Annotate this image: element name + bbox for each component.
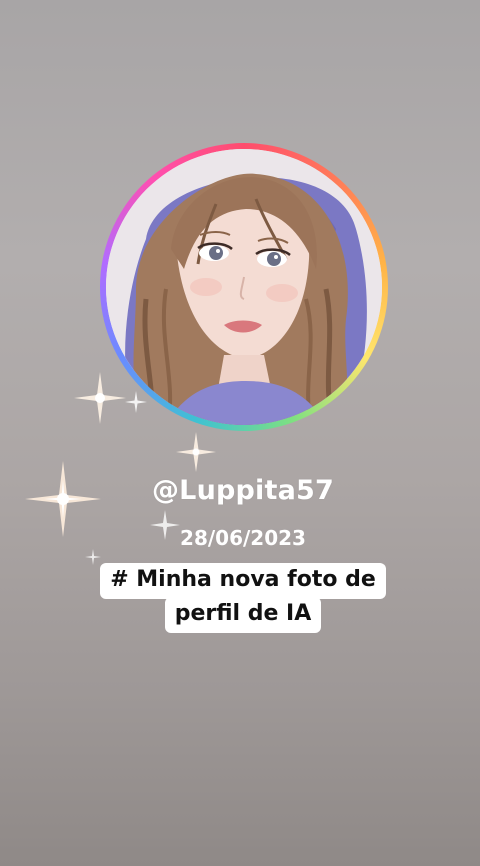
avatar-illustration [106,149,382,425]
caption: # Minha nova foto de perfil de IA [0,563,480,633]
sparkle-icon [74,372,126,424]
sparkle-icon [176,432,216,472]
sparkle-icon [125,391,147,413]
caption-line: perfil de IA [164,597,322,633]
avatar[interactable] [106,149,382,425]
caption-line: # Minha nova foto de [100,563,386,599]
avatar-ring [100,143,388,431]
story-screen: @Luppita57 28/06/2023 # Minha nova foto … [0,0,480,866]
username[interactable]: @Luppita57 [0,475,480,506]
post-date: 28/06/2023 [180,526,306,550]
